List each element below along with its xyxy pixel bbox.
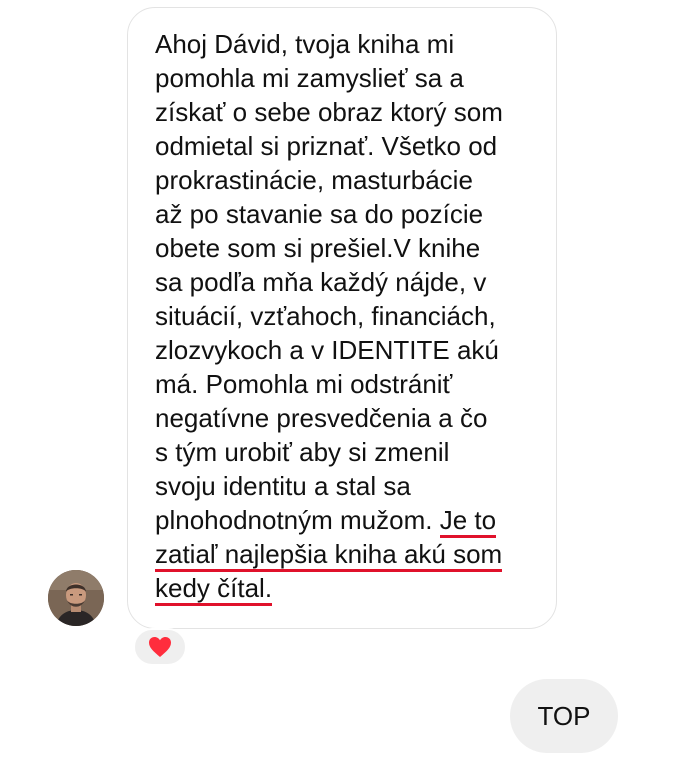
- incoming-message-text: Ahoj Dávid, tvoja kniha mi pomohla mi za…: [155, 27, 555, 606]
- message-line: negatívne presvedčenia a čo: [155, 403, 488, 433]
- message-line: prokrastinácie, masturbácie: [155, 165, 473, 195]
- message-line: obete som si prešiel.V knihe: [155, 233, 481, 263]
- outgoing-message-text: TOP: [537, 700, 591, 731]
- message-line: získať o sebe obraz ktorý som: [155, 97, 503, 127]
- message-line: plnohodnotným mužom. Je to: [155, 503, 555, 538]
- message-line: odmietal si priznať. Všetko od: [155, 131, 498, 161]
- underlined-highlight: kedy čítal.: [155, 573, 273, 606]
- message-line: situácií, vzťahoch, financiách,: [155, 301, 496, 331]
- message-line: až po stavanie sa do pozície: [155, 199, 484, 229]
- message-line: zatiaľ najlepšia kniha akú som: [155, 537, 555, 572]
- underlined-highlight: zatiaľ najlepšia kniha akú som: [155, 539, 503, 572]
- message-fragment: plnohodnotným mužom.: [155, 505, 440, 535]
- message-line: pomohla mi zamyslieť sa a: [155, 63, 464, 93]
- message-line: svoju identitu a stal sa: [155, 471, 411, 501]
- message-line: Ahoj Dávid, tvoja kniha mi: [155, 29, 455, 59]
- underlined-highlight: Je to: [439, 505, 497, 538]
- incoming-message-bubble[interactable]: Ahoj Dávid, tvoja kniha mi pomohla mi za…: [127, 7, 557, 629]
- message-line: zlozvykoch a v IDENTITE akú: [155, 335, 499, 365]
- heart-icon: [149, 637, 171, 657]
- heart-reaction[interactable]: [133, 628, 187, 666]
- message-line: sa podľa mňa každý nájde, v: [155, 267, 487, 297]
- message-line: s tým urobiť aby si zmenil: [155, 437, 450, 467]
- outgoing-message-bubble[interactable]: TOP: [510, 679, 618, 753]
- message-line: kedy čítal.: [155, 571, 555, 606]
- message-line: má. Pomohla mi odstrániť: [155, 369, 453, 399]
- avatar[interactable]: [48, 570, 104, 626]
- avatar-portrait: [48, 570, 104, 626]
